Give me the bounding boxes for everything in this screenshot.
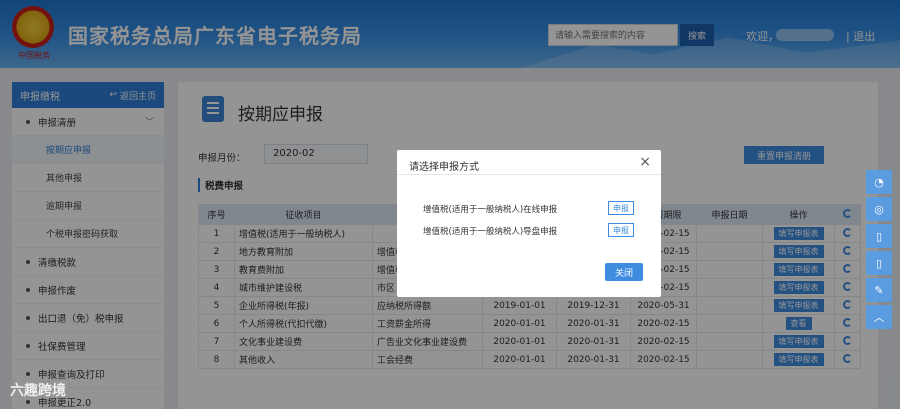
edit-icon[interactable]: ✎ bbox=[866, 278, 892, 302]
declaration-method-dialog: 请选择申报方式 × 增值税(适用于一般纳税人)在线申报 申报 增值税(适用于一般… bbox=[397, 150, 661, 297]
dialog-divider bbox=[397, 174, 661, 175]
weibo-icon[interactable]: ◎ bbox=[866, 197, 892, 221]
option-online-button[interactable]: 申报 bbox=[608, 201, 634, 215]
dialog-title: 请选择申报方式 bbox=[409, 162, 479, 173]
back-to-top-icon[interactable]: ︿ bbox=[866, 305, 892, 329]
tablet-icon[interactable]: ▯ bbox=[866, 224, 892, 248]
mobile-icon[interactable]: ▯ bbox=[866, 251, 892, 275]
chat-icon[interactable]: ◔ bbox=[866, 170, 892, 194]
option-online-label: 增值税(适用于一般纳税人)在线申报 bbox=[423, 205, 558, 215]
close-button[interactable]: 关闭 bbox=[605, 263, 643, 281]
close-icon[interactable]: × bbox=[639, 154, 651, 170]
watermark: 六趣跨境 bbox=[10, 383, 66, 399]
option-disk-label: 增值税(适用于一般纳税人)导盘申报 bbox=[423, 227, 558, 237]
option-disk-button[interactable]: 申报 bbox=[608, 223, 634, 237]
floating-toolbar: ◔ ◎ ▯ ▯ ✎ ︿ bbox=[866, 170, 894, 332]
